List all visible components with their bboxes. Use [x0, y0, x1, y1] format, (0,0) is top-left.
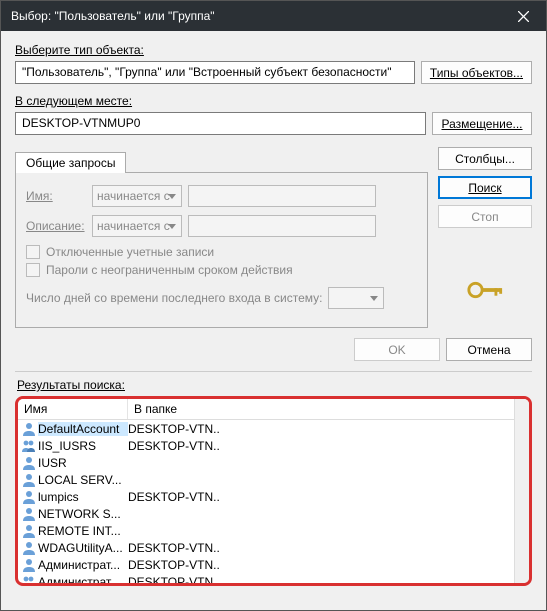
row-name: REMOTE INT...	[38, 524, 128, 538]
object-types-button[interactable]: Типы объектов...	[421, 61, 532, 84]
group-icon	[20, 439, 38, 453]
user-icon	[20, 524, 38, 538]
disabled-accounts-label: Отключенные учетные записи	[46, 245, 214, 259]
name-filter-label: Имя:	[26, 189, 86, 203]
user-icon	[20, 541, 38, 555]
row-name: Администрат...	[38, 558, 128, 572]
location-label: В следующем месте:	[15, 94, 532, 108]
table-row[interactable]: Администрат...DESKTOP-VTN..	[18, 573, 529, 586]
table-row[interactable]: Администрат...DESKTOP-VTN..	[18, 556, 529, 573]
table-row[interactable]: WDAGUtilityA...DESKTOP-VTN..	[18, 539, 529, 556]
table-row[interactable]: DefaultAccountDESKTOP-VTN..	[18, 420, 529, 437]
tab-common-queries[interactable]: Общие запросы	[15, 152, 126, 173]
desc-filter-label: Описание:	[26, 219, 86, 233]
dialog-button-row: OK Отмена	[15, 338, 532, 361]
results-label: Результаты поиска:	[17, 378, 530, 392]
table-row[interactable]: REMOTE INT...	[18, 522, 529, 539]
object-type-section: Выберите тип объекта: "Пользователь", "Г…	[15, 43, 532, 84]
filter-panel: Имя: начинается с Описание: начинается с…	[15, 173, 428, 328]
results-table: Имя В папке DefaultAccountDESKTOP-VTN..I…	[15, 396, 532, 586]
row-name: NETWORK S...	[38, 507, 128, 521]
user-icon	[20, 507, 38, 521]
cancel-button[interactable]: Отмена	[446, 338, 532, 361]
dialog-content: Выберите тип объекта: "Пользователь", "Г…	[1, 31, 546, 596]
row-name: lumpics	[38, 490, 128, 504]
col-name[interactable]: Имя	[18, 399, 128, 419]
scrollbar[interactable]	[514, 399, 531, 583]
row-name: WDAGUtilityA...	[38, 541, 128, 555]
user-icon	[20, 490, 38, 504]
name-match-combo[interactable]: начинается с	[92, 185, 182, 207]
row-folder: DESKTOP-VTN..	[128, 439, 220, 453]
desc-filter-input[interactable]	[188, 215, 376, 237]
table-row[interactable]: IIS_IUSRSDESKTOP-VTN..	[18, 437, 529, 454]
object-type-label: Выберите тип объекта:	[15, 43, 532, 57]
user-icon	[20, 558, 38, 572]
days-since-combo[interactable]	[328, 287, 384, 309]
tab-strip: Общие запросы	[15, 151, 428, 173]
divider	[15, 371, 532, 372]
locations-button[interactable]: Размещение...	[432, 112, 532, 135]
name-filter-input[interactable]	[188, 185, 376, 207]
user-icon	[20, 473, 38, 487]
row-name: LOCAL SERV...	[38, 473, 128, 487]
group-icon	[20, 575, 38, 587]
object-type-value[interactable]: "Пользователь", "Группа" или "Встроенный…	[15, 61, 415, 84]
side-buttons: Столбцы... Поиск Стоп	[438, 147, 532, 305]
user-icon	[20, 456, 38, 470]
key-icon	[438, 278, 532, 305]
row-name: DefaultAccount	[38, 422, 128, 436]
window-title: Выбор: "Пользователь" или "Группа"	[11, 9, 501, 23]
row-folder: DESKTOP-VTN..	[128, 422, 220, 436]
row-name: IUSR	[38, 456, 128, 470]
search-button[interactable]: Поиск	[438, 176, 532, 199]
location-value[interactable]: DESKTOP-VTNMUP0	[15, 112, 426, 135]
row-folder: DESKTOP-VTN..	[128, 541, 220, 555]
col-folder[interactable]: В папке	[128, 399, 529, 419]
row-folder: DESKTOP-VTN..	[128, 490, 220, 504]
row-folder: DESKTOP-VTN..	[128, 575, 220, 587]
user-icon	[20, 422, 38, 436]
close-button[interactable]	[501, 1, 546, 31]
ok-button[interactable]: OK	[354, 338, 440, 361]
table-header: Имя В папке	[18, 399, 529, 420]
columns-button[interactable]: Столбцы...	[438, 147, 532, 170]
row-name: IIS_IUSRS	[38, 439, 128, 453]
non-expiring-label: Пароли с неограниченным сроком действия	[46, 263, 293, 277]
table-row[interactable]: lumpicsDESKTOP-VTN..	[18, 488, 529, 505]
titlebar: Выбор: "Пользователь" или "Группа"	[1, 1, 546, 31]
table-row[interactable]: NETWORK S...	[18, 505, 529, 522]
row-name: Администрат...	[38, 575, 128, 587]
row-folder: DESKTOP-VTN..	[128, 558, 220, 572]
days-since-label: Число дней со времени последнего входа в…	[26, 291, 322, 305]
location-section: В следующем месте: DESKTOP-VTNMUP0 Разме…	[15, 94, 532, 135]
stop-button[interactable]: Стоп	[438, 205, 532, 228]
disabled-accounts-checkbox[interactable]	[26, 245, 40, 259]
desc-match-combo[interactable]: начинается с	[92, 215, 182, 237]
table-row[interactable]: LOCAL SERV...	[18, 471, 529, 488]
non-expiring-checkbox[interactable]	[26, 263, 40, 277]
table-row[interactable]: IUSR	[18, 454, 529, 471]
